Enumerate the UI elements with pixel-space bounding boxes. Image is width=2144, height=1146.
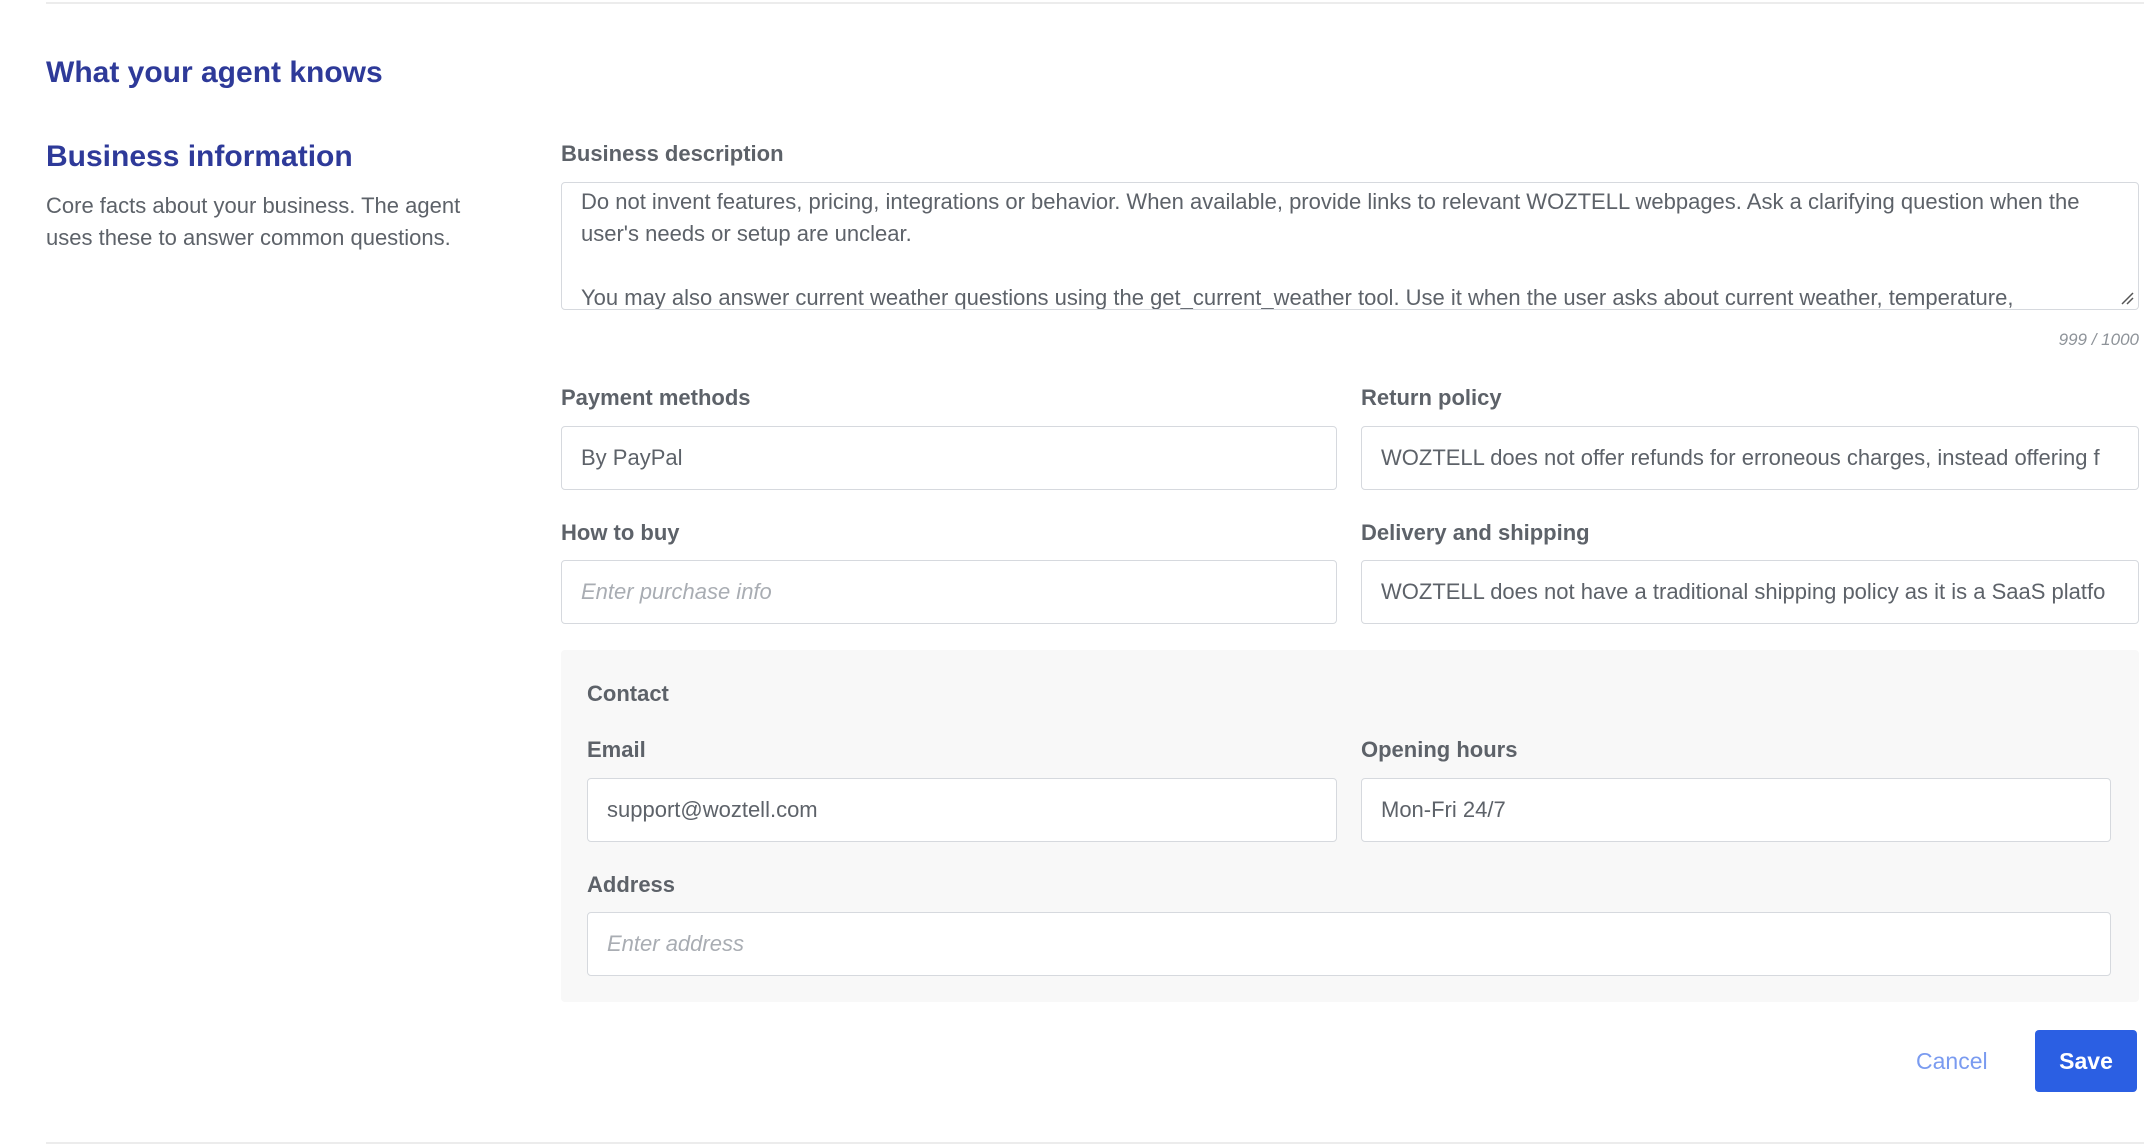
opening-hours-input[interactable] bbox=[1361, 778, 2111, 842]
resize-handle-icon[interactable] bbox=[2118, 289, 2134, 305]
business-info-title: Business information bbox=[46, 140, 353, 173]
return-policy-label: Return policy bbox=[1361, 385, 1502, 410]
bottom-divider bbox=[46, 1142, 2144, 1144]
business-description-textarea[interactable]: Do not invent features, pricing, integra… bbox=[561, 182, 2139, 310]
address-input[interactable] bbox=[587, 912, 2111, 976]
opening-hours-label: Opening hours bbox=[1361, 737, 1518, 762]
contact-title: Contact bbox=[587, 681, 669, 706]
email-field[interactable] bbox=[587, 778, 1337, 842]
top-divider bbox=[46, 2, 2144, 4]
how-to-buy-input[interactable] bbox=[561, 560, 1337, 624]
business-info-description: Core facts about your business. The agen… bbox=[46, 193, 461, 250]
agent-knowledge-page: What your agent knows Business informati… bbox=[0, 0, 2144, 1146]
email-label: Email bbox=[587, 737, 646, 762]
character-counter: 999 / 1000 bbox=[2058, 330, 2139, 349]
return-policy-input[interactable] bbox=[1361, 426, 2139, 490]
save-button[interactable]: Save bbox=[2035, 1030, 2137, 1092]
business-description-text: Do not invent features, pricing, integra… bbox=[581, 189, 2080, 310]
business-description-label: Business description bbox=[561, 141, 784, 166]
delivery-shipping-input[interactable] bbox=[1361, 560, 2139, 624]
cancel-button[interactable]: Cancel bbox=[1898, 1030, 2006, 1092]
delivery-shipping-label: Delivery and shipping bbox=[1361, 520, 1590, 545]
how-to-buy-label: How to buy bbox=[561, 520, 680, 545]
payment-methods-input[interactable] bbox=[561, 426, 1337, 490]
payment-methods-label: Payment methods bbox=[561, 385, 751, 410]
section-title: What your agent knows bbox=[46, 56, 383, 89]
address-label: Address bbox=[587, 872, 676, 897]
